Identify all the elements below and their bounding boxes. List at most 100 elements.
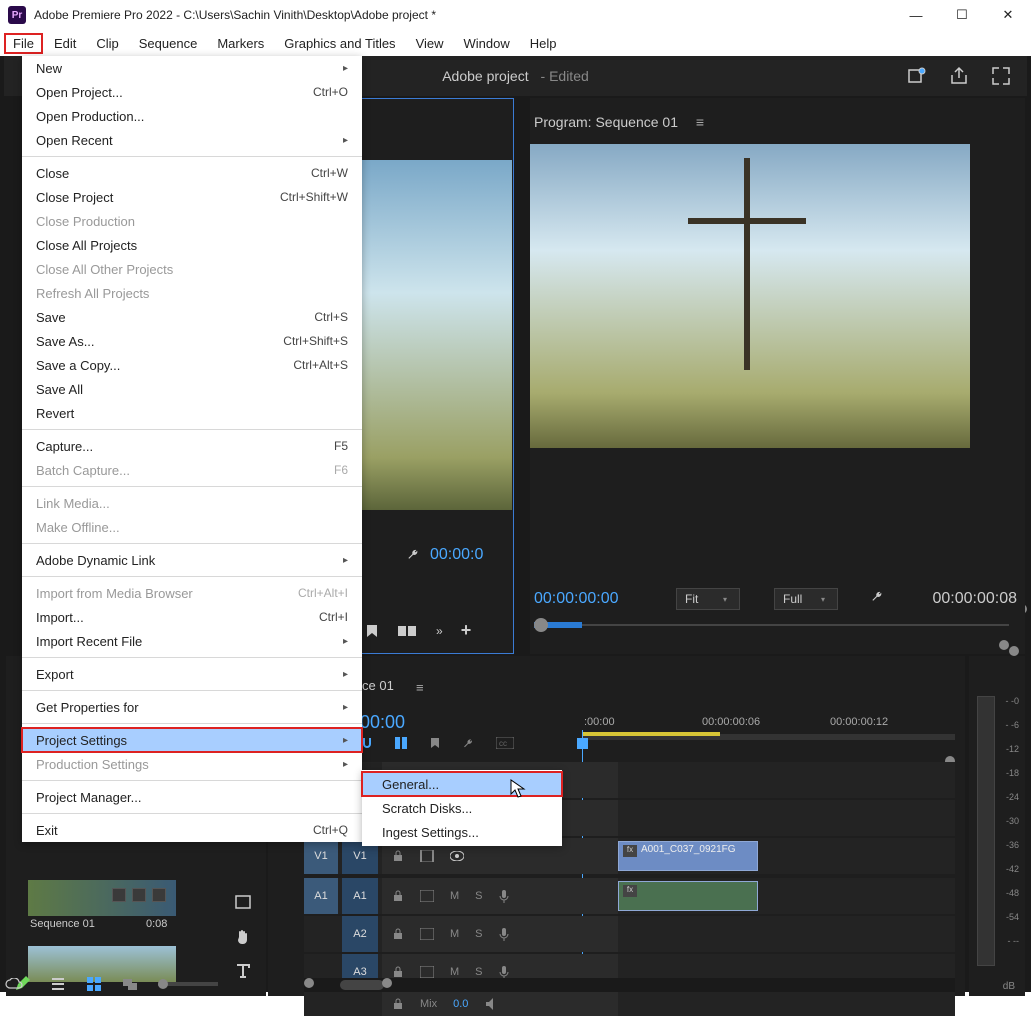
file-menu-item[interactable]: Close ProjectCtrl+Shift+W (22, 185, 362, 209)
video-clip[interactable]: fxA001_C037_0921FG (618, 841, 758, 871)
timeline-tab[interactable]: ce 01 (362, 678, 394, 693)
insert-icon[interactable] (398, 624, 418, 638)
file-menu-item[interactable]: New▸ (22, 56, 362, 80)
hand-tool-icon[interactable] (234, 928, 252, 946)
submenu-item[interactable]: Scratch Disks... (362, 796, 562, 820)
minimize-button[interactable]: — (893, 0, 939, 30)
sequence-name[interactable]: Sequence 01 (30, 918, 95, 930)
close-button[interactable]: ✕ (985, 0, 1031, 30)
timeline-timecode[interactable]: 00:00 (360, 712, 405, 733)
file-menu-item[interactable]: SaveCtrl+S (22, 305, 362, 329)
scroll-thumb[interactable] (340, 980, 384, 990)
track-label-a1[interactable]: A1 (342, 878, 378, 914)
file-menu-item[interactable]: Import Recent File▸ (22, 629, 362, 653)
file-menu-item[interactable]: Project Settings▸ (22, 728, 362, 752)
quick-export-icon[interactable] (907, 66, 927, 86)
icon-view-icon[interactable] (86, 976, 102, 992)
file-menu-item[interactable]: Save a Copy...Ctrl+Alt+S (22, 353, 362, 377)
file-menu-item[interactable]: Open Recent▸ (22, 128, 362, 152)
menu-help[interactable]: Help (521, 33, 566, 54)
scroll-knob-left[interactable] (304, 978, 314, 988)
plus-icon[interactable]: + (461, 620, 472, 641)
thumb-zoom-slider[interactable] (158, 982, 218, 986)
file-menu-item[interactable]: Import...Ctrl+I (22, 605, 362, 629)
menu-clip[interactable]: Clip (87, 33, 127, 54)
menu-window[interactable]: Window (455, 33, 519, 54)
creative-cloud-icon[interactable] (4, 978, 24, 990)
maximize-button[interactable]: ☐ (939, 0, 985, 30)
timeline-scrollbar[interactable] (304, 978, 955, 992)
file-menu-item[interactable]: Revert (22, 401, 362, 425)
marker-icon[interactable] (364, 623, 380, 639)
eye-icon[interactable] (450, 851, 464, 861)
menu-graphics[interactable]: Graphics and Titles (275, 33, 404, 54)
source-patch-a1[interactable]: A1 (304, 878, 338, 914)
share-icon[interactable] (949, 66, 969, 86)
solo-button[interactable]: S (475, 966, 482, 978)
work-area[interactable] (582, 732, 720, 736)
file-menu-item[interactable]: Get Properties for▸ (22, 695, 362, 719)
menu-file[interactable]: File (4, 33, 43, 54)
file-menu-item[interactable]: CloseCtrl+W (22, 161, 362, 185)
file-menu-item[interactable]: Project Manager... (22, 785, 362, 809)
linked-selection-icon[interactable] (394, 736, 408, 750)
menu-sequence[interactable]: Sequence (130, 33, 207, 54)
file-menu-item[interactable]: Export▸ (22, 662, 362, 686)
file-menu-item[interactable]: Close All Projects (22, 233, 362, 257)
lock-icon[interactable] (392, 850, 404, 862)
solo-button[interactable]: S (475, 928, 482, 940)
mic-icon[interactable] (499, 965, 509, 979)
lock-icon[interactable] (392, 928, 404, 940)
menu-view[interactable]: View (407, 33, 453, 54)
fullscreen-icon[interactable] (991, 66, 1011, 86)
freeform-view-icon[interactable] (122, 976, 138, 992)
sync-lock-icon[interactable] (420, 890, 434, 902)
file-menu-item[interactable]: Save As...Ctrl+Shift+S (22, 329, 362, 353)
mute-button[interactable]: M (450, 890, 459, 902)
submenu-item[interactable]: Ingest Settings... (362, 820, 562, 844)
type-tool-icon[interactable] (234, 962, 252, 980)
audio-clip[interactable]: fx (618, 881, 758, 911)
list-view-icon[interactable] (50, 976, 66, 992)
wrench-icon[interactable] (462, 736, 476, 750)
file-menu-item[interactable]: ExitCtrl+Q (22, 818, 362, 842)
scroll-knob-right[interactable] (382, 978, 392, 988)
quality-dropdown[interactable]: Full▾ (774, 588, 838, 610)
source-patch-v1[interactable]: V1 (304, 838, 338, 874)
file-menu-item[interactable]: Save All (22, 377, 362, 401)
mic-icon[interactable] (499, 927, 509, 941)
track-label-a2[interactable]: A2 (342, 916, 378, 952)
lock-icon[interactable] (392, 998, 404, 1010)
lock-icon[interactable] (392, 890, 404, 902)
file-menu-item[interactable]: Open Project...Ctrl+O (22, 80, 362, 104)
file-menu-item[interactable]: Capture...F5 (22, 434, 362, 458)
zoom-dropdown[interactable]: Fit▾ (676, 588, 740, 610)
menu-markers[interactable]: Markers (208, 33, 273, 54)
file-menu-item[interactable]: Adobe Dynamic Link▸ (22, 548, 362, 572)
solo-button[interactable]: S (475, 890, 482, 902)
sync-lock-icon[interactable] (420, 966, 434, 978)
program-zoom-knob[interactable] (1009, 646, 1019, 656)
rectangle-tool-icon[interactable] (234, 894, 252, 912)
panel-menu-icon[interactable]: ≡ (416, 680, 424, 695)
program-timecode-left[interactable]: 00:00:00:00 (534, 590, 619, 608)
snap-icon[interactable] (360, 736, 374, 750)
program-scrubber[interactable] (534, 618, 1009, 632)
zoom-knob-right[interactable] (999, 640, 1009, 650)
file-menu-item[interactable]: Open Production... (22, 104, 362, 128)
menu-edit[interactable]: Edit (45, 33, 85, 54)
scrub-playhead[interactable] (534, 618, 548, 632)
mute-button[interactable]: M (450, 928, 459, 940)
lock-icon[interactable] (392, 966, 404, 978)
wrench-icon[interactable] (870, 588, 886, 609)
output-icon[interactable] (484, 997, 498, 1011)
panel-menu-icon[interactable]: ≡ (696, 114, 704, 130)
chevron-right-icon[interactable]: » (436, 624, 443, 638)
caption-icon[interactable]: cc (496, 737, 514, 749)
timeline-ruler[interactable]: :00:00 00:00:00:06 00:00:00:12 (582, 716, 955, 742)
marker-icon[interactable] (428, 736, 442, 750)
wrench-icon[interactable] (406, 546, 422, 567)
mix-value[interactable]: 0.0 (453, 998, 468, 1010)
submenu-item[interactable]: General... (362, 772, 562, 796)
mic-icon[interactable] (499, 889, 509, 903)
